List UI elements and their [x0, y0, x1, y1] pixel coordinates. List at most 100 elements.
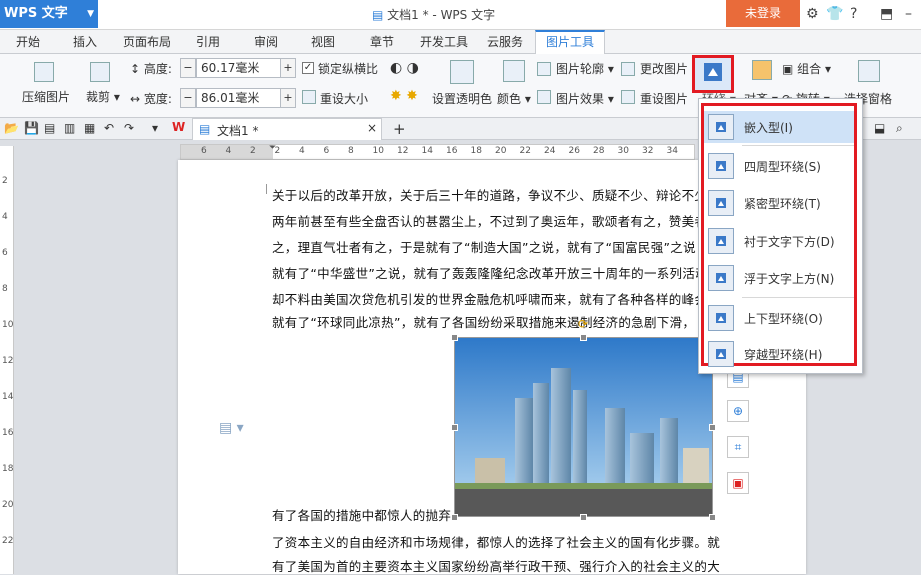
width-decrement[interactable]: −	[180, 88, 196, 108]
tab-picture-tools[interactable]: 图片工具	[535, 30, 606, 55]
minimize-icon[interactable]: –	[905, 6, 912, 22]
document-tab[interactable]: ▤ 文档1 * ×	[192, 118, 382, 140]
brightness-icon[interactable]: ◐ ◑	[390, 60, 419, 76]
app-menu-button[interactable]: WPS 文字 ▼	[0, 0, 98, 28]
selected-image[interactable]	[454, 337, 713, 517]
lock-ratio-label: 锁定纵横比	[318, 62, 379, 76]
crop-button[interactable]: 裁剪 ▾	[86, 88, 120, 105]
feedback-icon[interactable]: ⚙	[806, 6, 819, 22]
outline-icon	[537, 62, 551, 76]
ruler-tick-label: 32	[642, 146, 654, 156]
paragraph-line: 两年前甚至有些全盘否认的甚嚣尘上，不过到了奥运年，歌颂者有之，赞美者	[272, 214, 708, 229]
share-icon[interactable]: ⬓	[874, 121, 885, 135]
tight-wrap-icon	[708, 190, 734, 216]
indent-marker-icon[interactable]: ⏷	[269, 143, 276, 153]
tab-page-layout[interactable]: 页面布局	[123, 30, 171, 54]
open-icon[interactable]: 📂	[4, 121, 19, 135]
height-increment[interactable]: +	[280, 58, 296, 78]
wrap-option-top-bottom[interactable]: 上下型环绕(O)	[704, 302, 854, 334]
behind-text-icon	[708, 228, 734, 254]
redo-icon[interactable]: ↷	[124, 121, 134, 135]
reset-size-button[interactable]: 重设大小	[320, 90, 368, 107]
ruler-tick-label: 12	[397, 146, 409, 156]
login-button[interactable]: 未登录	[726, 0, 800, 27]
close-tab-icon[interactable]: ×	[367, 121, 377, 135]
ruler-tick-label: 16	[2, 428, 14, 438]
search-icon[interactable]: ⌕	[896, 121, 903, 136]
ruler-tick-label: 14	[421, 146, 433, 156]
customize-icon[interactable]: ▾	[152, 121, 158, 135]
skin-icon[interactable]: 👕	[826, 6, 843, 22]
wrap-option-tight[interactable]: 紧密型环绕(T)	[704, 187, 854, 219]
resize-handle[interactable]	[580, 334, 587, 341]
width-increment[interactable]: +	[280, 88, 296, 108]
wrap-icon	[704, 63, 722, 81]
resize-handle[interactable]	[709, 514, 716, 521]
contrast-icon[interactable]: ✸ ✸	[390, 88, 418, 104]
resize-handle[interactable]	[451, 334, 458, 341]
picture-outline-button[interactable]: 图片轮廓 ▾	[556, 60, 614, 77]
text-wrap-button[interactable]	[692, 55, 734, 93]
picture-effect-button[interactable]: 图片效果 ▾	[556, 90, 614, 107]
ruler-tick-label: 20	[495, 146, 507, 156]
ruler-tick-label: 26	[568, 146, 580, 156]
picture-tools-side-icon[interactable]: ▣	[727, 472, 749, 494]
change-picture-icon	[621, 62, 635, 76]
resize-handle[interactable]	[580, 514, 587, 521]
top-bottom-icon	[708, 305, 734, 331]
height-decrement[interactable]: −	[180, 58, 196, 78]
resize-handle[interactable]	[451, 424, 458, 431]
square-wrap-icon	[708, 153, 734, 179]
transparent-color-button[interactable]: 设置透明色	[432, 90, 492, 107]
doc-icon: ▤	[372, 8, 388, 22]
height-field[interactable]: 60.17毫米	[196, 58, 282, 78]
reset-size-icon	[302, 90, 316, 104]
effect-icon	[537, 90, 551, 104]
tab-references[interactable]: 引用	[196, 30, 220, 54]
ruler-tick-label: 12	[2, 356, 14, 366]
tab-cloud[interactable]: 云服务	[487, 30, 523, 54]
transparent-color-icon	[450, 60, 474, 84]
lock-ratio-checkbox[interactable]: ✓	[302, 62, 314, 74]
tab-developer[interactable]: 开发工具	[420, 30, 468, 54]
wrap-option-through[interactable]: 穿越型环绕(H)	[704, 338, 854, 370]
resize-handle[interactable]	[451, 514, 458, 521]
save-icon[interactable]: 💾	[24, 121, 39, 135]
tab-home[interactable]: 开始	[16, 30, 40, 54]
color-button[interactable]: 颜色 ▾	[497, 90, 531, 107]
width-field[interactable]: 86.01毫米	[196, 88, 282, 108]
restore-icon[interactable]: ⬒	[880, 6, 893, 22]
width-label: ↔ 宽度:	[130, 92, 172, 106]
tab-insert[interactable]: 插入	[73, 30, 97, 54]
menu-bar: 开始 插入 页面布局 引用 审阅 视图 章节 开发工具 云服务 图片工具	[0, 30, 921, 55]
doc-icon: ▤	[199, 122, 211, 136]
wrap-option-inline[interactable]: 嵌入型(I)	[704, 111, 854, 143]
group-button[interactable]: ▣ 组合 ▾	[782, 60, 831, 77]
reset-picture-button[interactable]: 重设图片	[640, 90, 688, 107]
print-icon[interactable]: ▥	[64, 121, 75, 135]
menu-separator	[742, 145, 854, 146]
crop-side-icon[interactable]: ⌗	[727, 436, 749, 458]
ruler-tick-label: 10	[372, 146, 384, 156]
wrap-option-behind[interactable]: 衬于文字下方(D)	[704, 225, 854, 257]
window-title: ▤ 文档1 * - WPS 文字	[372, 8, 496, 22]
paragraph-marker-icon[interactable]: ▤ ▾	[219, 420, 244, 436]
height-label: ↕ 高度:	[130, 62, 172, 76]
compress-button[interactable]: 压缩图片	[22, 88, 70, 105]
tab-review[interactable]: 审阅	[254, 30, 278, 54]
wrap-option-front[interactable]: 浮于文字上方(N)	[704, 262, 854, 294]
new-tab-icon[interactable]: +	[393, 120, 406, 138]
change-picture-button[interactable]: 更改图片	[640, 60, 688, 77]
ruler-tick-label: 8	[348, 146, 354, 156]
resize-handle[interactable]	[709, 424, 716, 431]
export-pdf-icon[interactable]: ▤	[44, 121, 55, 135]
tab-section[interactable]: 章节	[370, 30, 394, 54]
help-icon[interactable]: ?	[850, 6, 857, 22]
zoom-in-icon[interactable]: ⊕	[727, 400, 749, 422]
wrap-option-square[interactable]: 四周型环绕(S)	[704, 150, 854, 182]
preview-icon[interactable]: ▦	[84, 121, 95, 135]
tab-view[interactable]: 视图	[311, 30, 335, 54]
rotate-handle-icon[interactable]: ⟳	[578, 317, 588, 331]
ruler-tick-label: 4	[2, 212, 8, 222]
undo-icon[interactable]: ↶	[104, 121, 114, 135]
